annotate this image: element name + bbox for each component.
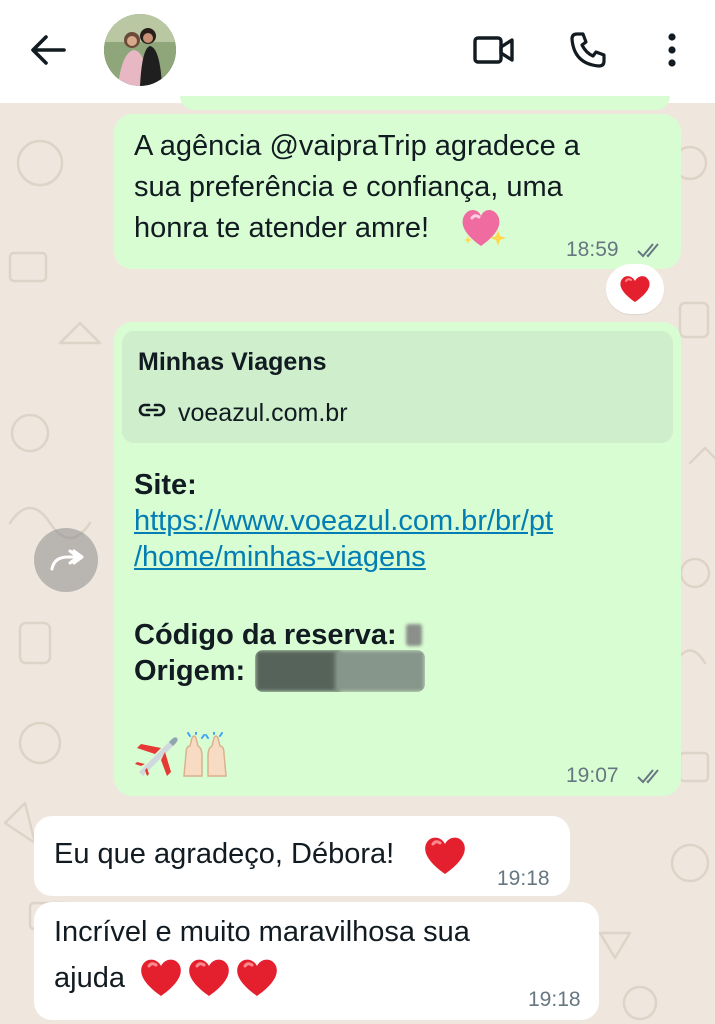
site-label: Site: (134, 469, 197, 501)
url-link[interactable]: https://www.voeazul.com.br/br/pt (134, 503, 553, 539)
avatar-photo (104, 14, 176, 86)
chat-header (0, 0, 715, 103)
read-receipt-icon (637, 243, 659, 258)
more-vert-icon (668, 33, 676, 67)
red-heart-emoji (237, 959, 277, 996)
back-button[interactable] (26, 30, 70, 70)
origin-label: Origem: (134, 655, 246, 687)
link-preview[interactable]: Minhas Viagens voeazul.com.br (122, 331, 673, 443)
forward-button[interactable] (34, 528, 98, 592)
message-time: 19:18 (528, 988, 581, 1011)
video-call-icon (473, 36, 514, 64)
airplane-emoji (135, 737, 178, 776)
link-preview-title: Minhas Viagens (138, 348, 327, 376)
link-preview-domain: voeazul.com.br (178, 399, 348, 427)
message-bubble-incoming[interactable]: Eu que agradeço, Débora! 19:18 (34, 816, 570, 896)
reservation-code-label: Código da reserva: (134, 619, 397, 651)
message-reaction[interactable] (606, 264, 664, 314)
link-icon (138, 403, 166, 417)
message-text-line: sua preferência e confiança, uma (134, 171, 563, 203)
phone-icon (570, 32, 606, 68)
video-call-button[interactable] (470, 26, 518, 74)
sparkling-heart-emoji (462, 210, 506, 246)
message-time: 19:18 (497, 867, 550, 890)
red-heart-emoji (425, 837, 465, 874)
redacted-value (406, 624, 422, 646)
raising-hands-emoji (183, 732, 227, 777)
call-button[interactable] (564, 26, 612, 74)
read-receipt-icon (637, 769, 659, 784)
previous-message-bubble[interactable] (180, 96, 670, 110)
message-text-line: A agência @vaipraTrip agradece a (134, 130, 580, 162)
arrow-back-icon (31, 35, 66, 65)
menu-button[interactable] (648, 26, 696, 74)
url-link[interactable]: /home/minhas-viagens (134, 539, 426, 575)
message-bubble-incoming[interactable]: Incrível e muito maravilhosa sua ajuda 1… (34, 902, 599, 1020)
message-time: 18:59 (566, 238, 619, 261)
message-time: 19:07 (566, 764, 619, 787)
red-heart-emoji (189, 959, 229, 996)
message-bubble-outgoing[interactable]: A agência @vaipraTrip agradece a sua pre… (114, 114, 681, 269)
message-text: Eu que agradeço, Débora! (54, 838, 395, 870)
red-heart-icon (620, 276, 650, 302)
message-text-line: honra te atender amre! (134, 212, 430, 244)
message-text-line: ajuda (54, 962, 125, 994)
redacted-value (255, 650, 425, 692)
forward-icon (50, 549, 84, 571)
red-heart-emoji (141, 959, 181, 996)
avatar[interactable] (104, 14, 176, 86)
message-text-line: Incrível e muito maravilhosa sua (54, 916, 470, 948)
